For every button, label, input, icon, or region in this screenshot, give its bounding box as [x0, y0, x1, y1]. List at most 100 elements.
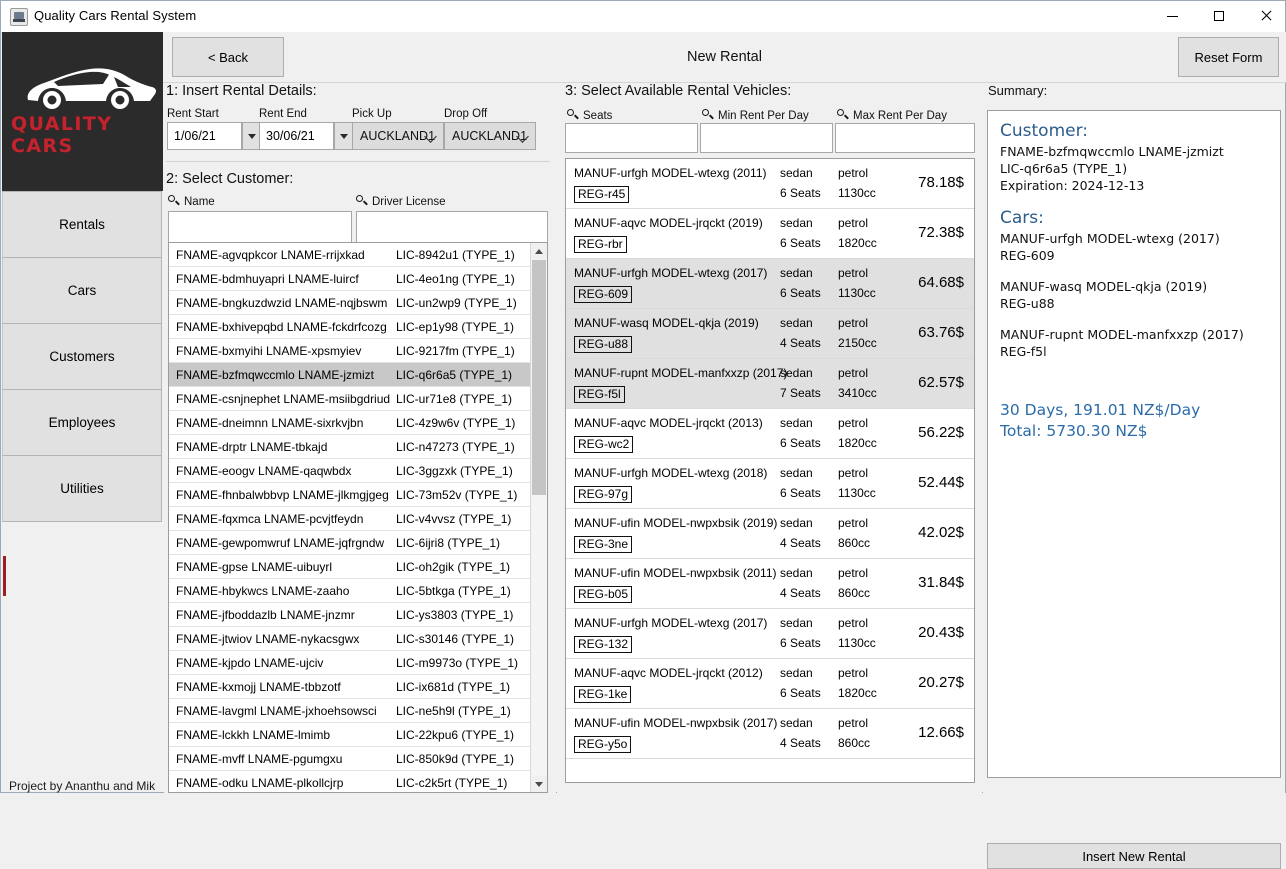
vehicle-list-item[interactable]: MANUF-aqvc MODEL-jrqckt (2019) REG-rbr sed…: [566, 209, 974, 259]
vehicle-registration: REG-u88: [574, 336, 633, 353]
vehicle-list[interactable]: MANUF-urfgh MODEL-wtexg (2011) REG-r45 sed…: [565, 158, 975, 783]
customer-list-item[interactable]: FNAME-fqxmca LNAME-pcvjtfeydn LIC-v4vvsz …: [169, 507, 532, 531]
customer-list-item[interactable]: FNAME-lavgml LNAME-jxhoehsowsci LIC-ne5h9…: [169, 699, 532, 723]
customer-list[interactable]: FNAME-agvqpkcor LNAME-rrijxkad LIC-8942u1…: [168, 242, 548, 793]
sidebar-item-customers[interactable]: Customers: [2, 323, 162, 390]
drop-off-select[interactable]: AUCKLAND1: [444, 122, 536, 150]
vehicle-list-item[interactable]: MANUF-urfgh MODEL-wtexg (2011) REG-r45 sed…: [566, 159, 974, 209]
vehicle-price-per-day: 63.76$: [918, 324, 964, 341]
sidebar: QUALITY CARS Rentals Cars Customers Empl…: [2, 32, 163, 793]
customer-name: FNAME-mvff LNAME-pgumgxu: [176, 751, 343, 766]
sidebar-item-employees[interactable]: Employees: [2, 389, 162, 456]
vehicle-list-item[interactable]: MANUF-urfgh MODEL-wtexg (2018) REG-97g sed…: [566, 459, 974, 509]
customer-name: FNAME-bxmyihi LNAME-xpsmyiev: [176, 343, 362, 358]
maximize-button[interactable]: [1197, 1, 1243, 31]
vehicle-list-item[interactable]: MANUF-ufin MODEL-nwpxbsik (2011) REG-b05 s…: [566, 559, 974, 609]
sidebar-item-label: Customers: [49, 349, 115, 364]
back-button[interactable]: < Back: [172, 37, 284, 77]
vehicle-seats: 4 Seats: [780, 586, 821, 600]
customer-list-item[interactable]: FNAME-kxmojj LNAME-tbbzotf LIC-ix681d (TY…: [169, 675, 532, 699]
customer-license: LIC-4z9w6v (TYPE_1): [396, 415, 516, 430]
customer-list-item[interactable]: FNAME-jtwiov LNAME-nykacsgwx LIC-s30146 (…: [169, 627, 532, 651]
customer-license: LIC-850k9d (TYPE_1): [396, 751, 515, 766]
customer-list-item[interactable]: FNAME-drptr LNAME-tbkajd LIC-n47273 (TYPE…: [169, 435, 532, 459]
customer-list-item[interactable]: FNAME-gewpomwruf LNAME-jqfrgndw LIC-6ijri…: [169, 531, 532, 555]
vehicle-list-item[interactable]: MANUF-wasq MODEL-qkja (2019) REG-u88 sedan…: [566, 309, 974, 359]
customer-list-item[interactable]: FNAME-mvff LNAME-pgumgxu LIC-850k9d (TYPE…: [169, 747, 532, 771]
customer-list-item[interactable]: FNAME-dneimnn LNAME-sixrkvjbn LIC-4z9w6v …: [169, 411, 532, 435]
rent-end-input[interactable]: 30/06/21: [259, 122, 334, 150]
vehicle-list-item[interactable]: MANUF-aqvc MODEL-jrqckt (2013) REG-wc2 sed…: [566, 409, 974, 459]
vehicle-list-item[interactable]: MANUF-urfgh MODEL-wtexg (2017) REG-609 sed…: [566, 259, 974, 309]
customer-name: FNAME-lavgml LNAME-jxhoehsowsci: [176, 703, 377, 718]
vehicle-list-item[interactable]: MANUF-aqvc MODEL-jrqckt (2012) REG-1ke sed…: [566, 659, 974, 709]
search-icon: [567, 109, 578, 120]
pick-up-select[interactable]: AUCKLAND1: [352, 122, 444, 150]
customer-list-item[interactable]: FNAME-lckkh LNAME-lmimb LIC-22kpu6 (TYPE_…: [169, 723, 532, 747]
summary-car-title: MANUF-urfgh MODEL-wtexg (2017): [1000, 231, 1220, 246]
vehicle-list-item[interactable]: MANUF-ufin MODEL-nwpxbsik (2017) REG-y5o s…: [566, 709, 974, 759]
minimize-button[interactable]: [1151, 1, 1197, 31]
customer-list-item[interactable]: FNAME-csnjnephet LNAME-msiibgdriud LIC-ur…: [169, 387, 532, 411]
vehicle-engine-size: 1130cc: [838, 286, 876, 300]
vehicle-registration: REG-97g: [574, 486, 633, 503]
sidebar-item-rentals[interactable]: Rentals: [2, 191, 162, 258]
customer-license: LIC-5btkga (TYPE_1): [396, 583, 511, 598]
vehicle-price-per-day: 20.27$: [918, 674, 964, 691]
sidebar-item-cars[interactable]: Cars: [2, 257, 162, 324]
chevron-down-icon: [247, 133, 256, 139]
customer-list-item[interactable]: FNAME-kjpdo LNAME-ujciv LIC-m9973o (TYPE_…: [169, 651, 532, 675]
vehicle-list-item[interactable]: MANUF-ufin MODEL-nwpxbsik (2019) REG-3ne s…: [566, 509, 974, 559]
rent-start-input[interactable]: 1/06/21: [167, 122, 242, 150]
vehicle-list-item[interactable]: MANUF-urfgh MODEL-wtexg (2017) REG-132 sed…: [566, 609, 974, 659]
vehicle-body-type: sedan: [780, 516, 813, 530]
step3-heading: 3: Select Available Rental Vehicles:: [565, 83, 792, 99]
customer-list-item[interactable]: FNAME-bxmyihi LNAME-xpsmyiev LIC-9217fm (…: [169, 339, 532, 363]
scrollbar-thumb[interactable]: [532, 260, 546, 495]
sidebar-item-utilities[interactable]: Utilities: [2, 455, 162, 522]
chevron-down-icon: [535, 781, 543, 787]
close-button[interactable]: [1243, 1, 1286, 31]
customer-list-item[interactable]: FNAME-hbykwcs LNAME-zaaho LIC-5btkga (TYP…: [169, 579, 532, 603]
max-rent-filter-input[interactable]: [835, 123, 975, 153]
vehicle-title: MANUF-ufin MODEL-nwpxbsik (2019): [574, 516, 778, 530]
vehicle-list-item[interactable]: MANUF-rupnt MODEL-manfxxzp (2017) REG-f5l…: [566, 359, 974, 409]
customer-list-scrollbar[interactable]: [530, 243, 547, 792]
vehicle-engine-size: 1820cc: [838, 236, 877, 250]
vehicle-seats: 7 Seats: [780, 386, 821, 400]
customer-list-item[interactable]: FNAME-bngkuzdwzid LNAME-nqjbswm LIC-un2wp…: [169, 291, 532, 315]
min-rent-filter-label: Min Rent Per Day: [718, 110, 809, 122]
vehicle-price-per-day: 78.18$: [918, 174, 964, 191]
customer-list-item[interactable]: FNAME-fhnbalwbbvp LNAME-jlkmgjgeg LIC-73m…: [169, 483, 532, 507]
seats-filter-input[interactable]: [565, 123, 698, 153]
rent-end-spinner[interactable]: [334, 122, 353, 150]
customer-list-item[interactable]: FNAME-eoogv LNAME-qaqwbdx LIC-3ggzxk (TYP…: [169, 459, 532, 483]
vehicle-body-type: sedan: [780, 316, 813, 330]
drop-off-label: Drop Off: [444, 108, 488, 120]
customer-name: FNAME-drptr LNAME-tbkajd: [176, 439, 328, 454]
driver-license-search-input[interactable]: [356, 211, 548, 243]
insert-new-rental-button[interactable]: Insert New Rental: [987, 843, 1281, 869]
customer-list-item[interactable]: FNAME-bzfmqwccmlo LNAME-jzmizt LIC-q6r6a5…: [169, 363, 532, 387]
step1-heading: 1: Insert Rental Details:: [166, 83, 317, 99]
customer-list-item[interactable]: FNAME-gpse LNAME-uibuyrl LIC-oh2gik (TYPE…: [169, 555, 532, 579]
reset-form-button[interactable]: Reset Form: [1178, 37, 1279, 77]
minimize-icon: [1167, 16, 1178, 17]
min-rent-filter-input[interactable]: [700, 123, 833, 153]
vehicle-price-per-day: 62.57$: [918, 374, 964, 391]
customer-name: FNAME-bzfmqwccmlo LNAME-jzmizt: [176, 367, 375, 382]
customer-list-item[interactable]: FNAME-bdmhuyapri LNAME-luircf LIC-4eo1ng …: [169, 267, 532, 291]
vehicle-body-type: sedan: [780, 716, 813, 730]
scroll-up-button[interactable]: [531, 243, 547, 259]
vehicle-registration: REG-rbr: [574, 236, 627, 253]
footer-credit: Project by Ananthu and Mik: [9, 779, 156, 793]
vehicle-engine-size: 1130cc: [838, 636, 876, 650]
scroll-down-button[interactable]: [531, 776, 547, 792]
customer-list-item[interactable]: FNAME-bxhivepqbd LNAME-fckdrfcozg LIC-ep1…: [169, 315, 532, 339]
customer-list-item[interactable]: FNAME-agvqpkcor LNAME-rrijxkad LIC-8942u1…: [169, 243, 532, 267]
customer-list-item[interactable]: FNAME-odku LNAME-plkollcjrp LIC-c2k5rt (T…: [169, 771, 532, 792]
customer-name: FNAME-jtwiov LNAME-nykacsgwx: [176, 631, 360, 646]
vehicle-seats: 4 Seats: [780, 736, 821, 750]
customer-list-item[interactable]: FNAME-jfboddazlb LNAME-jnzmr LIC-ys3803 (…: [169, 603, 532, 627]
customer-name-search-input[interactable]: [168, 211, 352, 243]
